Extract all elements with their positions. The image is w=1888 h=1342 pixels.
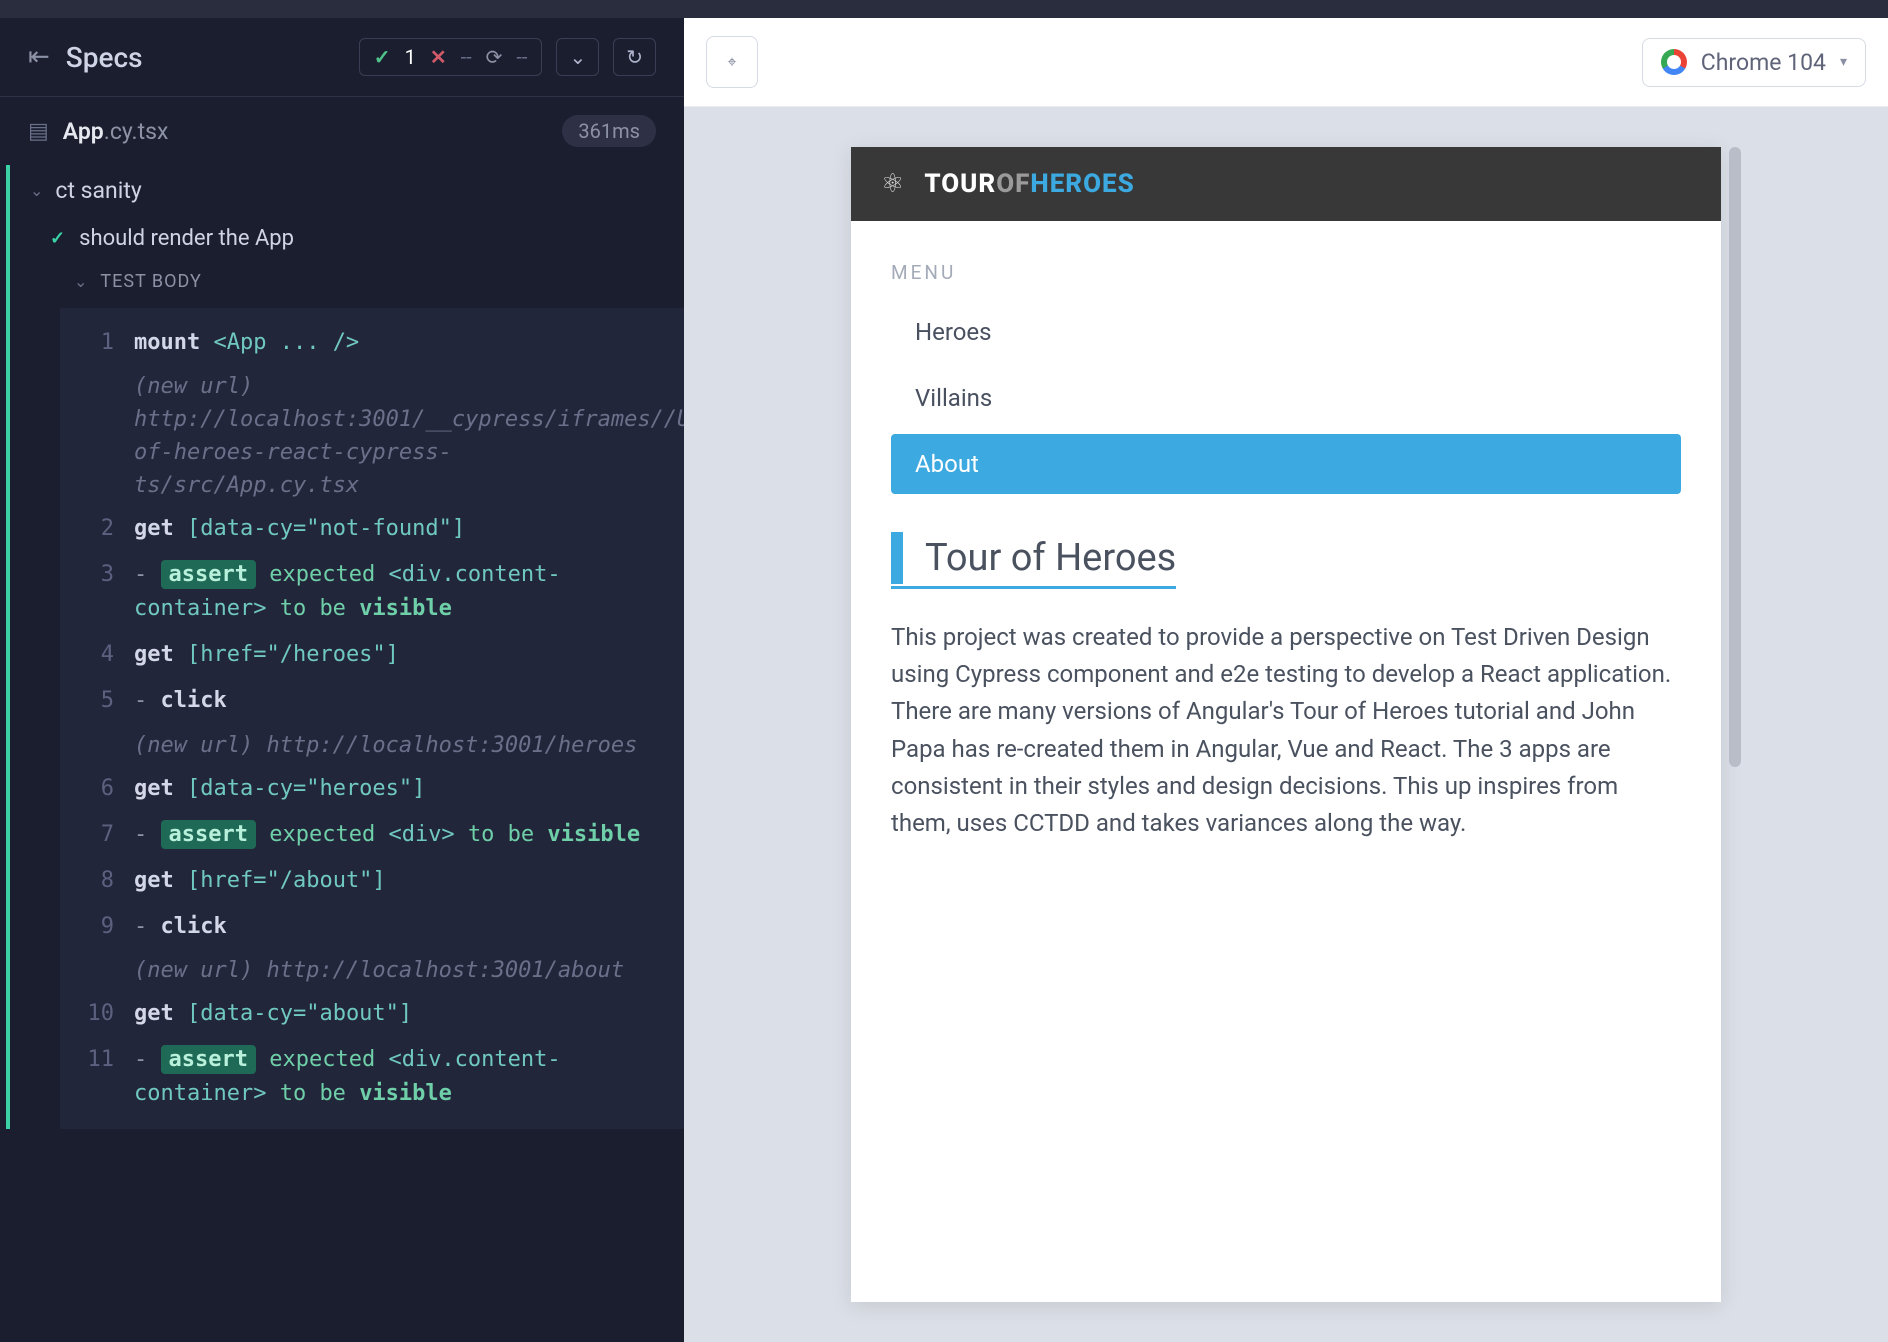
pass-icon: ✓ [374, 45, 391, 69]
command-row[interactable]: 6get [data-cy="heroes"] [60, 766, 684, 812]
test-body-label[interactable]: ⌄ TEST BODY [10, 261, 684, 302]
test-name: should render the App [79, 226, 294, 251]
chevron-down-icon: ▾ [1840, 54, 1847, 70]
line-number: 6 [80, 772, 114, 806]
command-row[interactable]: 8get [href="/about"] [60, 858, 684, 904]
chrome-icon [1661, 49, 1687, 75]
app-brand: TOUROFHEROES [924, 169, 1134, 199]
command-row[interactable]: 5- click [60, 678, 684, 724]
chevron-down-icon: ⌄ [30, 181, 43, 200]
nav-item-about[interactable]: About [891, 434, 1681, 494]
spec-file-name: App.cy.tsx [63, 118, 169, 145]
url-change: (new url) http://localhost:3001/about [60, 950, 684, 991]
expand-button[interactable]: ⌄ [556, 38, 599, 76]
line-number: 4 [80, 638, 114, 672]
line-number: 7 [80, 818, 114, 852]
line-number: 1 [80, 326, 114, 360]
command-log: 1mount <App ... />(new url) http://local… [60, 308, 684, 1129]
app-layout: ⇤ Specs ✓ 1 ✕ -- ⟳ -- ⌄ ↻ ▤ App. [0, 18, 1888, 1342]
pass-count: 1 [405, 45, 416, 69]
nav-item-heroes[interactable]: Heroes [891, 302, 1681, 362]
app-header: ⚛ TOUROFHEROES [851, 147, 1721, 221]
line-number: 8 [80, 864, 114, 898]
test-row[interactable]: ✓ should render the App [10, 216, 684, 261]
preview-area: ⚛ TOUROFHEROES MENU HeroesVillainsAbout … [684, 107, 1888, 1342]
react-logo-icon: ⚛ [881, 169, 904, 199]
browser-label: Chrome 104 [1701, 49, 1826, 76]
command-row[interactable]: 4get [href="/heroes"] [60, 632, 684, 678]
menu-label: MENU [891, 261, 1681, 284]
suite-name: ct sanity [55, 177, 141, 204]
page-title: Tour of Heroes [925, 532, 1176, 584]
line-number: 3 [80, 558, 114, 626]
command-row[interactable]: 10get [data-cy="about"] [60, 991, 684, 1037]
test-results: ⌄ ct sanity ✓ should render the App ⌄ TE… [6, 165, 684, 1129]
suite-row[interactable]: ⌄ ct sanity [10, 165, 684, 216]
nav-item-villains[interactable]: Villains [891, 368, 1681, 428]
command-row[interactable]: 9- click [60, 904, 684, 950]
line-number: 11 [80, 1043, 114, 1111]
status-pill: ✓ 1 ✕ -- ⟳ -- [359, 38, 543, 76]
runner-panel: ⇤ Specs ✓ 1 ✕ -- ⟳ -- ⌄ ↻ ▤ App. [0, 18, 684, 1342]
command-row[interactable]: 1mount <App ... /> [60, 320, 684, 366]
page-title-row: Tour of Heroes [891, 532, 1176, 589]
fail-icon: ✕ [430, 45, 447, 69]
line-number: 10 [80, 997, 114, 1031]
rerun-button[interactable]: ↻ [613, 38, 656, 76]
nav-menu: HeroesVillainsAbout [891, 302, 1681, 494]
pending-count: -- [516, 45, 527, 69]
app-frame: ⚛ TOUROFHEROES MENU HeroesVillainsAbout … [851, 147, 1721, 1302]
line-number: 5 [80, 684, 114, 718]
specs-title-wrap[interactable]: ⇤ Specs [28, 41, 143, 74]
specs-header: ⇤ Specs ✓ 1 ✕ -- ⟳ -- ⌄ ↻ [0, 18, 684, 97]
command-row[interactable]: 11- assert expected <div.content-contain… [60, 1037, 684, 1117]
url-change: (new url) http://localhost:3001/heroes [60, 725, 684, 766]
browser-selector[interactable]: Chrome 104 ▾ [1642, 38, 1866, 87]
duration-pill: 361ms [562, 115, 656, 147]
command-row[interactable]: 3- assert expected <div.content-containe… [60, 552, 684, 632]
browser-toolbar: ⌖ Chrome 104 ▾ [684, 18, 1888, 107]
line-number: 2 [80, 512, 114, 546]
selector-playground-button[interactable]: ⌖ [706, 36, 758, 88]
window-top-bar [0, 0, 1888, 18]
specs-controls: ✓ 1 ✕ -- ⟳ -- ⌄ ↻ [359, 38, 656, 76]
check-icon: ✓ [50, 228, 65, 249]
preview-panel: ⌖ Chrome 104 ▾ ⚛ TOUROFHEROES [684, 18, 1888, 1342]
spec-file-row[interactable]: ▤ App.cy.tsx 361ms [0, 97, 684, 165]
pending-icon: ⟳ [486, 45, 503, 69]
title-accent-bar [891, 532, 903, 584]
line-number: 9 [80, 910, 114, 944]
file-icon: ▤ [28, 119, 49, 144]
specs-title: Specs [66, 41, 143, 74]
fail-count: -- [461, 45, 472, 69]
page-text: This project was created to provide a pe… [891, 619, 1681, 842]
chevron-down-icon: ⌄ [74, 272, 88, 291]
back-icon: ⇤ [28, 42, 50, 72]
command-row[interactable]: 2get [data-cy="not-found"] [60, 506, 684, 552]
app-body: MENU HeroesVillainsAbout Tour of Heroes … [851, 221, 1721, 872]
crosshair-icon: ⌖ [727, 52, 736, 72]
url-change: (new url) http://localhost:3001/__cypres… [60, 366, 684, 506]
scrollbar-thumb[interactable] [1729, 147, 1741, 767]
command-row[interactable]: 7- assert expected <div> to be visible [60, 812, 684, 858]
